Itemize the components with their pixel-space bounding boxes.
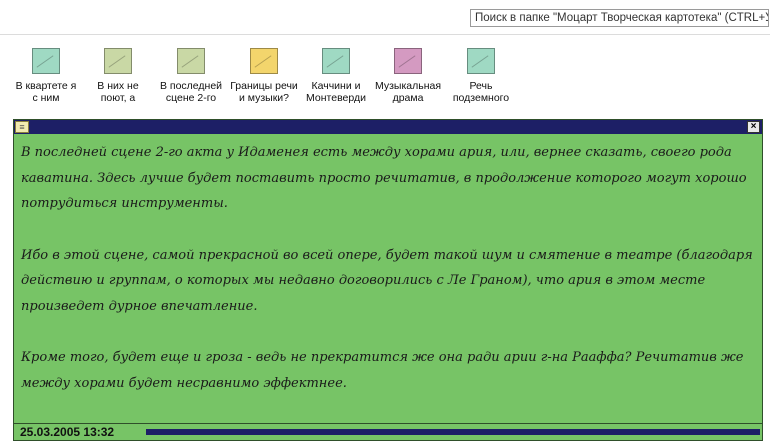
- close-button[interactable]: ×: [747, 121, 760, 133]
- note-label-line1: Музыкальная: [374, 80, 442, 92]
- open-note-window[interactable]: ≡ × В последней сцене 2-го акта у Идамен…: [13, 119, 763, 441]
- note-item-1[interactable]: В них не поют, а: [82, 48, 154, 104]
- note-label-line2: сцене 2-го: [165, 92, 217, 104]
- note-item-6[interactable]: Речь подземного: [445, 48, 517, 104]
- note-body[interactable]: В последней сцене 2-го акта у Идаменея е…: [21, 140, 756, 422]
- note-item-5[interactable]: Музыкальная драма: [372, 48, 444, 104]
- note-item-2[interactable]: В последней сцене 2-го: [155, 48, 227, 104]
- note-label-line2: подземного: [452, 92, 510, 104]
- note-label-line2: поют, а: [100, 92, 136, 104]
- note-label-line2: драма: [392, 92, 424, 104]
- note-label-line2: и музыки?: [238, 92, 290, 104]
- note-label-line1: Каччини и: [311, 80, 361, 92]
- note-icon: [322, 48, 350, 74]
- note-icon: [467, 48, 495, 74]
- note-titlebar[interactable]: ≡ ×: [14, 120, 762, 134]
- note-icon: [177, 48, 205, 74]
- note-label-line2: Монтеверди: [306, 92, 366, 104]
- note-label-line1: В последней: [159, 80, 223, 92]
- note-paragraph-3: Кроме того, будет еще и гроза - ведь не …: [21, 350, 744, 391]
- note-label-line2: с ним: [32, 92, 60, 104]
- note-item-3[interactable]: Границы речи и музыки?: [228, 48, 300, 104]
- note-label-line1: Границы речи: [230, 80, 298, 92]
- status-bar-fill: [146, 429, 760, 435]
- note-status-bar: 25.03.2005 13:32: [14, 423, 762, 440]
- top-toolbar: Поиск в папке "Моцарт Творческая картоте…: [0, 0, 770, 35]
- note-icon: [32, 48, 60, 74]
- search-input[interactable]: Поиск в папке "Моцарт Творческая картоте…: [470, 9, 769, 27]
- note-date: 25.03.2005 13:32: [20, 425, 115, 439]
- note-icon: [104, 48, 132, 74]
- note-icon: [250, 48, 278, 74]
- note-label-line1: Речь: [469, 80, 493, 92]
- note-icon: [394, 48, 422, 74]
- note-item-4[interactable]: Каччини и Монтеверди: [300, 48, 372, 104]
- note-label-line1: В квартете я: [15, 80, 77, 92]
- note-item-0[interactable]: В квартете я с ним: [10, 48, 82, 104]
- note-icon[interactable]: ≡: [15, 121, 29, 133]
- note-label-line1: В них не: [97, 80, 139, 92]
- note-paragraph-1: В последней сцене 2-го акта у Идаменея е…: [21, 145, 747, 211]
- notes-icon-row: В квартете я с ним В них не поют, а В по…: [0, 48, 770, 114]
- note-paragraph-2: Ибо в этой сцене, самой прекрасной во вс…: [21, 247, 753, 314]
